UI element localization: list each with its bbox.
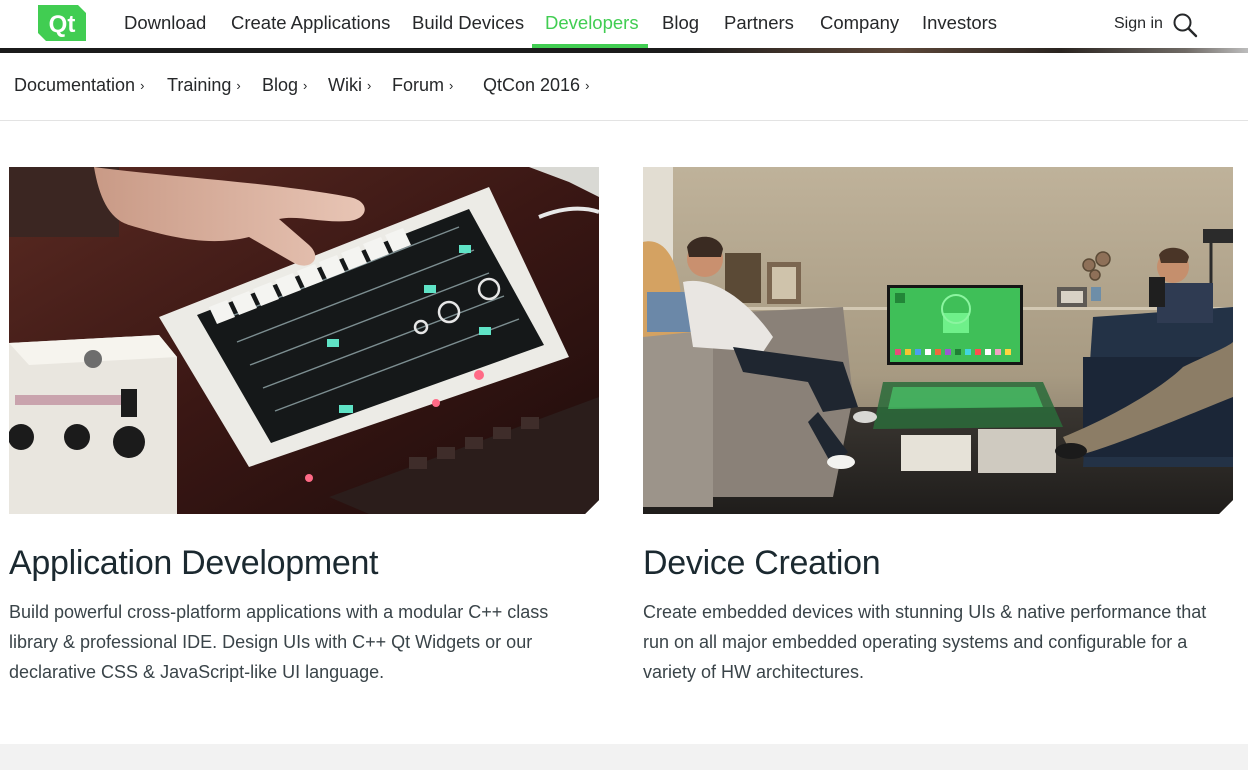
chevron-right-icon: › xyxy=(367,78,372,93)
sign-in-link[interactable]: Sign in xyxy=(1114,15,1163,33)
nav-investors[interactable]: Investors xyxy=(922,12,997,34)
application-development-card: Application Development Build powerful c… xyxy=(9,167,599,687)
subnav-label: Documentation xyxy=(14,75,136,95)
top-navigation: Qt Download Create Applications Build De… xyxy=(0,0,1248,53)
chevron-right-icon: › xyxy=(449,78,454,93)
subnav-documentation[interactable]: Documentation › xyxy=(14,75,144,96)
nav-build-devices[interactable]: Build Devices xyxy=(412,12,524,34)
tablet-music-controller-image[interactable] xyxy=(9,167,599,514)
nav-download[interactable]: Download xyxy=(124,12,206,34)
subnav-label: Wiki xyxy=(328,75,362,95)
nav-developers[interactable]: Developers xyxy=(545,12,639,34)
card-description: Build powerful cross-platform applicatio… xyxy=(9,602,549,682)
subnav-qtcon-2016[interactable]: QtCon 2016 › xyxy=(483,75,589,96)
nav-create-applications[interactable]: Create Applications xyxy=(231,12,390,34)
subnav-label: Forum xyxy=(392,75,445,95)
subnav-label: QtCon 2016 xyxy=(483,75,581,95)
chevron-right-icon: › xyxy=(140,78,145,93)
subnav-blog[interactable]: Blog › xyxy=(262,75,307,96)
device-creation-card: Device Creation Create embedded devices … xyxy=(643,167,1233,687)
logo-text: Qt xyxy=(49,11,76,38)
subnav-training[interactable]: Training › xyxy=(167,75,241,96)
chevron-right-icon: › xyxy=(303,78,308,93)
chevron-right-icon: › xyxy=(236,78,241,93)
chevron-right-icon: › xyxy=(585,78,590,93)
subnav-forum[interactable]: Forum › xyxy=(392,75,453,96)
nav-partners[interactable]: Partners xyxy=(724,12,794,34)
subnav-label: Training xyxy=(167,75,232,95)
subnav-label: Blog xyxy=(262,75,299,95)
card-description: Create embedded devices with stunning UI… xyxy=(643,602,1207,682)
nav-company[interactable]: Company xyxy=(820,12,899,34)
nav-blog[interactable]: Blog xyxy=(662,12,699,34)
card-title[interactable]: Application Development xyxy=(9,544,599,583)
card-title[interactable]: Device Creation xyxy=(643,544,1233,583)
qt-logo[interactable]: Qt xyxy=(38,5,86,41)
living-room-tv-image[interactable] xyxy=(643,167,1233,514)
search-icon[interactable] xyxy=(1172,12,1198,38)
sub-navigation: Documentation › Training › Blog › Wiki › For… xyxy=(0,53,1248,121)
subnav-wiki[interactable]: Wiki › xyxy=(328,75,371,96)
footer-band xyxy=(0,744,1248,770)
